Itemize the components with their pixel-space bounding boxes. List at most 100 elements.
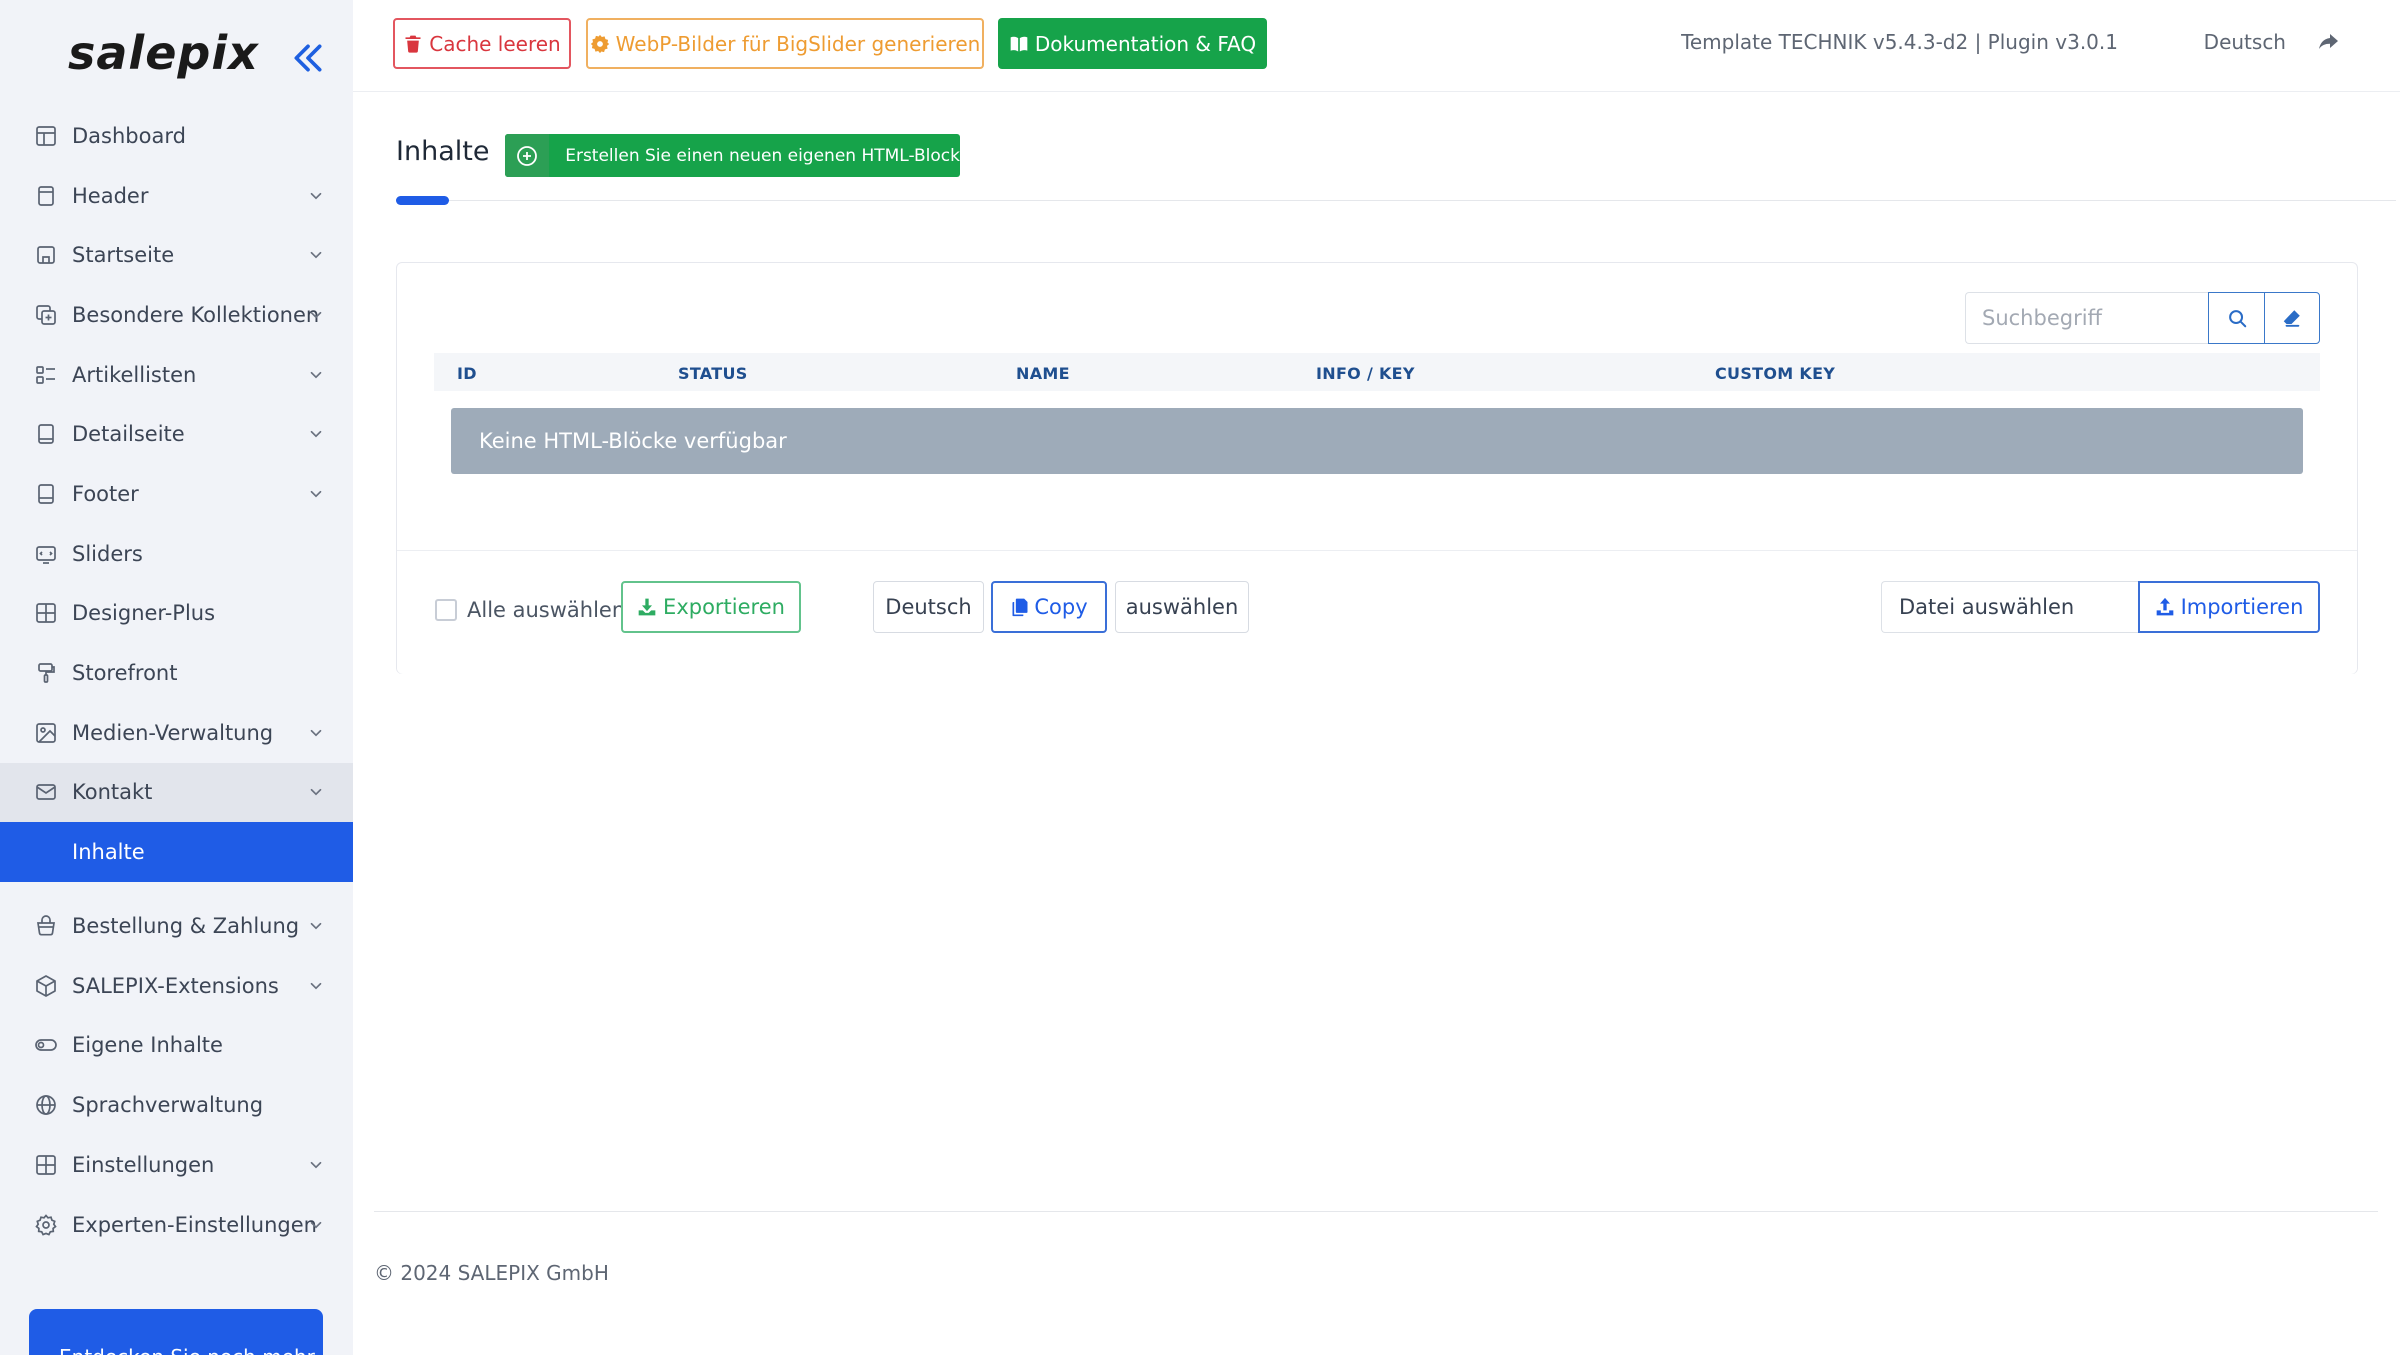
clear-search-button[interactable]	[2264, 292, 2320, 344]
choose-button[interactable]: auswählen	[1115, 581, 1249, 633]
sidebar-item-label: Kontakt	[72, 780, 153, 805]
chevron-down-icon	[307, 485, 325, 503]
import-button[interactable]: Importieren	[2138, 581, 2320, 633]
chevron-down-icon	[307, 425, 325, 443]
chevron-down-icon	[307, 977, 325, 995]
column-header-name[interactable]: NAME	[1016, 364, 1070, 383]
clear-cache-button[interactable]: Cache leeren	[393, 18, 571, 69]
mail-icon	[34, 780, 58, 804]
search-button[interactable]	[2208, 292, 2265, 344]
sidebar-item-label: Startseite	[72, 243, 175, 268]
sidebar-item-label: Footer	[72, 481, 139, 506]
collection-icon	[34, 303, 58, 327]
home-icon	[34, 243, 58, 267]
export-label: Exportieren	[663, 595, 785, 619]
sidebar-item-besondere-kollektionen[interactable]: Besondere Kollektionen	[0, 285, 353, 345]
sidebar-item-kontakt[interactable]: Kontakt	[0, 762, 353, 823]
grid-icon	[34, 1153, 58, 1177]
sidebar-item-startseite[interactable]: Startseite	[0, 225, 353, 285]
version-info: Template TECHNIK v5.4.3-d2 | Plugin v3.0…	[1681, 30, 2118, 54]
sidebar-item-footer[interactable]: Footer	[0, 464, 353, 524]
sidebar-item-label: Besondere Kollektionen	[72, 302, 320, 327]
sidebar-item-designer-plus[interactable]: Designer-Plus	[0, 584, 353, 644]
sidebar-item-label: Storefront	[72, 661, 178, 686]
sidebar-subitem-label: Inhalte	[72, 840, 145, 865]
copy-button[interactable]: Copy	[991, 581, 1107, 633]
select-all-checkbox[interactable]	[435, 599, 457, 621]
sidebar-item-eigene-inhalte[interactable]: Eigene Inhalte	[0, 1016, 353, 1076]
globe-icon	[34, 1093, 58, 1117]
file-chooser[interactable]: Datei auswählen	[1881, 581, 2138, 633]
sidebar-item-label: Header	[72, 183, 149, 208]
title-divider	[396, 200, 2396, 201]
sidebar-item-label: Experten-Einstellungen	[72, 1212, 317, 1237]
sidebar-item-einstellungen[interactable]: Einstellungen	[0, 1135, 353, 1195]
documentation-button[interactable]: Dokumentation & FAQ	[998, 18, 1267, 69]
language-switch[interactable]: Deutsch	[2204, 30, 2286, 54]
create-html-block-label: Erstellen Sie einen neuen eigenen HTML-B…	[565, 145, 960, 166]
search-icon	[2228, 310, 2246, 328]
sidebar-item-label: Sliders	[72, 541, 143, 566]
brand-logo[interactable]: salepix	[68, 26, 259, 80]
sidebar-item-label: Bestellung & Zahlung	[72, 914, 300, 939]
sidebar-item-detailseite[interactable]: Detailseite	[0, 404, 353, 464]
header-icon	[34, 184, 58, 208]
trash-icon	[405, 35, 421, 53]
sidebar-item-header[interactable]: Header	[0, 166, 353, 226]
book-icon	[1010, 36, 1028, 51]
list-icon	[34, 363, 58, 387]
import-label: Importieren	[2180, 595, 2304, 619]
sidebar-item-label: Einstellungen	[72, 1152, 215, 1177]
collapse-sidebar-icon[interactable]	[288, 38, 328, 78]
search-input[interactable]	[1965, 292, 2209, 344]
sidebar-item-label: Dashboard	[72, 123, 186, 148]
gear-icon	[590, 34, 609, 53]
title-accent-bar	[396, 196, 449, 205]
chevron-down-icon	[307, 306, 325, 324]
clear-cache-label: Cache leeren	[429, 31, 561, 56]
sidebar-item-medien-verwaltung[interactable]: Medien-Verwaltung	[0, 703, 353, 763]
sidebar-item-sliders[interactable]: Sliders	[0, 524, 353, 584]
image-icon	[34, 721, 58, 745]
plus-circle-icon	[505, 134, 550, 177]
sidebar-item-storefront[interactable]: Storefront	[0, 643, 353, 703]
copyright-text: © 2024 SALEPIX GmbH	[374, 1261, 609, 1285]
sidebar-item-dashboard[interactable]: Dashboard	[0, 106, 353, 166]
sidebar-item-artikellisten[interactable]: Artikellisten	[0, 345, 353, 405]
gear-icon	[34, 1213, 58, 1237]
generate-webp-button[interactable]: WebP-Bilder für BigSlider generieren	[586, 18, 984, 69]
paint-roller-icon	[34, 661, 58, 685]
toggle-icon	[34, 1033, 58, 1057]
page-title: Inhalte	[396, 136, 490, 167]
export-button[interactable]: Exportieren	[621, 581, 801, 633]
basket-icon	[34, 914, 58, 938]
eraser-icon	[2283, 310, 2300, 327]
sidebar-item-label: SALEPIX-Extensions	[72, 973, 279, 998]
grid-plus-icon	[34, 601, 58, 625]
slider-icon	[34, 542, 58, 566]
sidebar: salepix Dashboard Header Startseite Beso…	[0, 0, 353, 1355]
copy-language-select[interactable]: Deutsch	[873, 581, 984, 633]
documentation-label: Dokumentation & FAQ	[1034, 31, 1257, 56]
sidebar-item-sprachverwaltung[interactable]: Sprachverwaltung	[0, 1075, 353, 1135]
top-bar: Cache leeren WebP-Bilder für BigSlider g…	[353, 0, 2400, 92]
column-header-info-key[interactable]: INFO / KEY	[1316, 364, 1415, 383]
sidebar-item-bestellung-zahlung[interactable]: Bestellung & Zahlung	[0, 896, 353, 956]
column-header-id[interactable]: ID	[457, 364, 477, 383]
column-header-status[interactable]: STATUS	[678, 364, 748, 383]
sidebar-subitem-inhalte[interactable]: Inhalte	[0, 822, 353, 883]
sidebar-item-label: Medien-Verwaltung	[72, 720, 274, 745]
sidebar-item-label: Designer-Plus	[72, 601, 216, 626]
column-header-custom-key[interactable]: CUSTOM KEY	[1715, 364, 1835, 383]
copy-icon	[1012, 598, 1028, 617]
chevron-down-icon	[307, 1156, 325, 1174]
sidebar-item-label: Detailseite	[72, 422, 185, 447]
share-icon[interactable]	[2316, 30, 2340, 54]
create-html-block-button[interactable]: Erstellen Sie einen neuen eigenen HTML-B…	[505, 134, 960, 177]
select-all-label[interactable]: Alle auswählen	[467, 598, 625, 622]
sidebar-item-salepix-extensions[interactable]: SALEPIX-Extensions	[0, 956, 353, 1016]
sidebar-item-experten-einstellungen[interactable]: Experten-Einstellungen	[0, 1195, 353, 1255]
promo-button[interactable]: Entdecken Sie noch mehr	[29, 1309, 323, 1355]
download-icon	[638, 598, 656, 616]
